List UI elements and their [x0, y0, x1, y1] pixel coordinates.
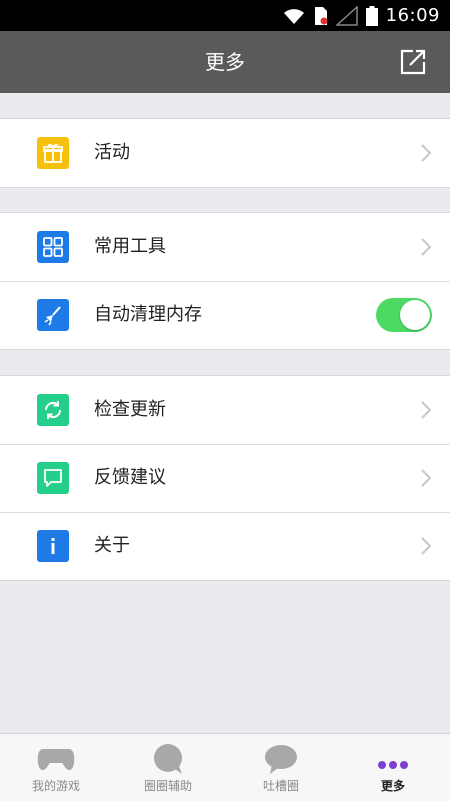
bottom-tab-bar: 我的游戏 圈圈辅助 吐槽圈 更多 — [0, 733, 450, 801]
menu-item-auto-clean-memory: 自动清理内存 — [0, 281, 450, 349]
wifi-icon — [283, 8, 304, 24]
tab-my-games[interactable]: 我的游戏 — [0, 734, 112, 801]
toggle-knob — [400, 300, 430, 330]
menu-item-tools[interactable]: 常用工具 — [0, 213, 450, 281]
menu-item-label: 检查更新 — [94, 399, 166, 420]
tab-circle-assist[interactable]: 圈圈辅助 — [112, 734, 224, 801]
speech-bubble-icon — [265, 745, 297, 774]
title-bar: 更多 — [0, 31, 450, 93]
share-icon[interactable] — [398, 47, 428, 77]
circle-chat-icon — [154, 744, 182, 774]
tab-label: 更多 — [380, 779, 405, 793]
menu-item-activity[interactable]: 活动 — [0, 119, 450, 187]
menu-group-activity: 活动 — [0, 118, 450, 188]
tab-more[interactable]: 更多 — [337, 734, 449, 801]
chevron-right-icon — [421, 537, 432, 555]
menu-item-label: 反馈建议 — [94, 467, 166, 488]
menu-item-label: 常用工具 — [94, 236, 166, 257]
menu-item-label: 关于 — [94, 535, 130, 556]
menu-item-label: 活动 — [94, 142, 130, 163]
broom-icon — [37, 299, 69, 331]
chevron-right-icon — [421, 238, 432, 256]
more-dots-icon — [378, 761, 408, 769]
chevron-right-icon — [421, 144, 432, 162]
menu-group-misc: 检查更新 反馈建议 关于 — [0, 375, 450, 581]
auto-clean-toggle[interactable] — [376, 298, 432, 332]
page-title: 更多 — [205, 50, 245, 74]
chat-icon — [37, 462, 69, 494]
sim-card-icon — [314, 6, 328, 25]
refresh-icon — [37, 394, 69, 426]
chevron-right-icon — [421, 401, 432, 419]
tab-label: 圈圈辅助 — [143, 779, 192, 793]
gamepad-icon — [37, 749, 75, 771]
gift-icon — [37, 137, 69, 169]
chevron-right-icon — [421, 469, 432, 487]
menu-group-tools: 常用工具 自动清理内存 — [0, 212, 450, 350]
tab-rant-circle[interactable]: 吐槽圈 — [225, 734, 337, 801]
menu-item-about[interactable]: 关于 — [0, 512, 450, 580]
menu-item-feedback[interactable]: 反馈建议 — [0, 444, 450, 512]
status-icons: 16:09 — [282, 0, 440, 31]
menu-item-label: 自动清理内存 — [94, 304, 202, 325]
battery-icon — [365, 5, 378, 26]
tab-label: 我的游戏 — [31, 779, 80, 793]
grid-icon — [37, 231, 69, 263]
status-bar: 16:09 — [0, 0, 450, 31]
status-time: 16:09 — [385, 5, 440, 26]
info-icon — [37, 530, 69, 562]
signal-icon — [335, 5, 358, 26]
menu-item-check-update[interactable]: 检查更新 — [0, 376, 450, 444]
tab-label: 吐槽圈 — [262, 779, 299, 793]
